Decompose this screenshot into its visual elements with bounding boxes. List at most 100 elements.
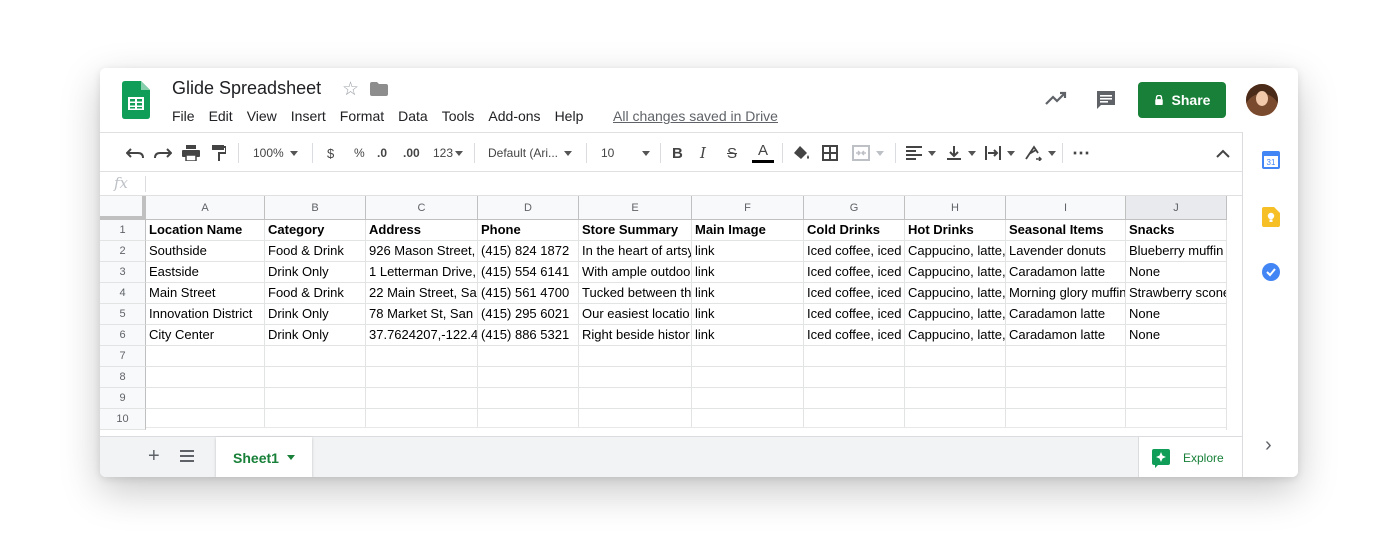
menu-help[interactable]: Help <box>555 108 584 124</box>
cell-h7[interactable] <box>905 346 1006 367</box>
menu-addons[interactable]: Add-ons <box>488 108 540 124</box>
cell-j3[interactable]: None <box>1126 262 1227 283</box>
row-header-5[interactable]: 5 <box>100 304 146 325</box>
cell-c2[interactable]: 926 Mason Street, <box>366 241 478 262</box>
folder-icon[interactable] <box>370 82 388 96</box>
cell-h6[interactable]: Cappucino, latte, <box>905 325 1006 346</box>
cell-h9[interactable] <box>905 388 1006 409</box>
row-header-2[interactable]: 2 <box>100 241 146 262</box>
trending-icon[interactable] <box>1045 90 1067 106</box>
row-header-9[interactable]: 9 <box>100 388 146 409</box>
cell-b1[interactable]: Category <box>265 220 366 241</box>
menu-view[interactable]: View <box>247 108 277 124</box>
avatar[interactable] <box>1246 84 1278 116</box>
explore-button[interactable]: Explore <box>1138 437 1242 477</box>
cell-a6[interactable]: City Center <box>146 325 265 346</box>
cell-g4[interactable]: Iced coffee, iced <box>804 283 905 304</box>
row-header-8[interactable]: 8 <box>100 367 146 388</box>
more-options-button[interactable]: ⋯ <box>1072 133 1090 173</box>
cell-g6[interactable]: Iced coffee, iced <box>804 325 905 346</box>
text-wrapping-button[interactable] <box>985 133 1015 173</box>
cell-b8[interactable] <box>265 367 366 388</box>
horizontal-align-button[interactable] <box>906 133 936 173</box>
cell-j8[interactable] <box>1126 367 1227 388</box>
menu-file[interactable]: File <box>172 108 195 124</box>
row-header-10[interactable]: 10 <box>100 409 146 430</box>
menu-edit[interactable]: Edit <box>209 108 233 124</box>
cell-i2[interactable]: Lavender donuts <box>1006 241 1126 262</box>
cell-j2[interactable]: Blueberry muffin <box>1126 241 1227 262</box>
column-header-e[interactable]: E <box>579 196 692 220</box>
cell-a1[interactable]: Location Name <box>146 220 265 241</box>
cell-d7[interactable] <box>478 346 579 367</box>
cell-h8[interactable] <box>905 367 1006 388</box>
cell-a7[interactable] <box>146 346 265 367</box>
text-rotation-button[interactable] <box>1024 133 1056 173</box>
cell-i4[interactable]: Morning glory muffin <box>1006 283 1126 304</box>
cell-b5[interactable]: Drink Only <box>265 304 366 325</box>
fill-color-button[interactable] <box>793 133 811 173</box>
column-header-j[interactable]: J <box>1126 196 1227 220</box>
text-color-button[interactable]: A <box>752 133 774 173</box>
cell-d8[interactable] <box>478 367 579 388</box>
cell-h4[interactable]: Cappucino, latte, <box>905 283 1006 304</box>
cell-f2[interactable]: link <box>692 241 804 262</box>
all-sheets-icon[interactable] <box>180 450 194 462</box>
cell-i5[interactable]: Caradamon latte <box>1006 304 1126 325</box>
cell-a9[interactable] <box>146 388 265 409</box>
column-header-d[interactable]: D <box>478 196 579 220</box>
cell-e4[interactable]: Tucked between th <box>579 283 692 304</box>
cell-h5[interactable]: Cappucino, latte, <box>905 304 1006 325</box>
merge-cells-button[interactable] <box>852 133 884 173</box>
cell-d2[interactable]: (415) 824 1872 <box>478 241 579 262</box>
calendar-icon[interactable]: 31 <box>1262 151 1280 169</box>
menu-insert[interactable]: Insert <box>291 108 326 124</box>
cell-f1[interactable]: Main Image <box>692 220 804 241</box>
cell-d3[interactable]: (415) 554 6141 <box>478 262 579 283</box>
cell-c9[interactable] <box>366 388 478 409</box>
strikethrough-button[interactable]: S <box>727 133 737 173</box>
cell-i3[interactable]: Caradamon latte <box>1006 262 1126 283</box>
undo-button[interactable] <box>126 133 144 173</box>
cell-h2[interactable]: Cappucino, latte, <box>905 241 1006 262</box>
column-header-h[interactable]: H <box>905 196 1006 220</box>
cell-c3[interactable]: 1 Letterman Drive, <box>366 262 478 283</box>
cell-b6[interactable]: Drink Only <box>265 325 366 346</box>
row-header-7[interactable]: 7 <box>100 346 146 367</box>
column-header-f[interactable]: F <box>692 196 804 220</box>
keep-icon[interactable] <box>1262 207 1280 227</box>
font-family-select[interactable]: Default (Ari... <box>488 133 573 173</box>
cell-c1[interactable]: Address <box>366 220 478 241</box>
cell-d1[interactable]: Phone <box>478 220 579 241</box>
italic-button[interactable]: I <box>700 133 706 173</box>
cell-d4[interactable]: (415) 561 4700 <box>478 283 579 304</box>
percent-button[interactable]: % <box>354 133 365 173</box>
row-header-3[interactable]: 3 <box>100 262 146 283</box>
comments-icon[interactable] <box>1096 90 1116 110</box>
number-format-select[interactable]: 123 <box>433 133 464 173</box>
borders-button[interactable] <box>822 133 838 173</box>
cell-b9[interactable] <box>265 388 366 409</box>
cell-a5[interactable]: Innovation District <box>146 304 265 325</box>
cell-e8[interactable] <box>579 367 692 388</box>
cell-d9[interactable] <box>478 388 579 409</box>
cell-g7[interactable] <box>804 346 905 367</box>
cell-c4[interactable]: 22 Main Street, Sa <box>366 283 478 304</box>
cell-h3[interactable]: Cappucino, latte, <box>905 262 1006 283</box>
cell-f7[interactable] <box>692 346 804 367</box>
cell-f6[interactable]: link <box>692 325 804 346</box>
cell-d5[interactable]: (415) 295 6021 <box>478 304 579 325</box>
menu-data[interactable]: Data <box>398 108 428 124</box>
document-title[interactable]: Glide Spreadsheet <box>172 78 321 99</box>
cell-e2[interactable]: In the heart of artsy <box>579 241 692 262</box>
cell-g5[interactable]: Iced coffee, iced <box>804 304 905 325</box>
font-size-select[interactable]: 10 <box>601 133 651 173</box>
row-header-1[interactable]: 1 <box>100 220 146 241</box>
side-panel-toggle-button[interactable]: › <box>1265 434 1272 457</box>
increase-decimal-button[interactable]: .00 <box>403 133 420 173</box>
select-all-corner[interactable] <box>100 196 146 220</box>
cell-j9[interactable] <box>1126 388 1227 409</box>
cell-i7[interactable] <box>1006 346 1126 367</box>
row-header-6[interactable]: 6 <box>100 325 146 346</box>
cell-j4[interactable]: Strawberry scone <box>1126 283 1227 304</box>
